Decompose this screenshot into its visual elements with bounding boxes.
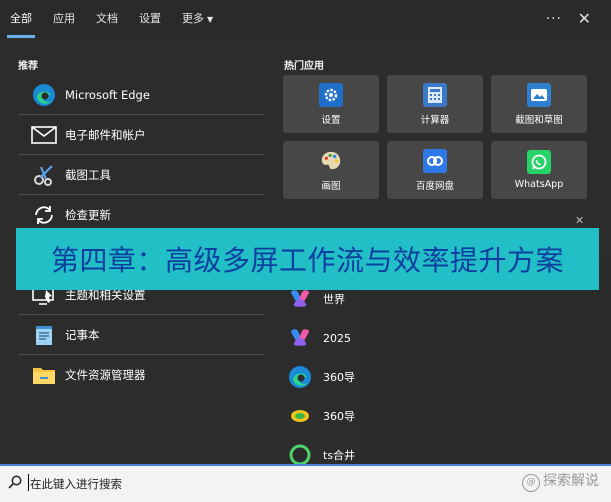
tile-label: 截图和草图 xyxy=(515,114,563,126)
recent-overlay xyxy=(360,262,611,467)
list-item-label: 电子邮件和帐户 xyxy=(65,127,146,142)
list-item-file-explorer[interactable]: 文件资源管理器 xyxy=(18,355,264,394)
chapter-banner-text: 第四章：高级多屏工作流与效率提升方案 xyxy=(50,244,564,277)
tab-apps-label: 应用 xyxy=(53,12,75,25)
start-search-panel: 全部 应用 文档 设置 更多 ▼ ··· ✕ 推荐 热门应用 Microsoft … xyxy=(0,0,611,502)
tab-apps[interactable]: 应用 xyxy=(53,0,75,38)
tile-calculator[interactable]: 计算器 xyxy=(387,75,483,133)
more-icon[interactable]: ··· xyxy=(546,11,562,27)
close-icon[interactable]: ✕ xyxy=(578,9,591,28)
tile-label: 百度网盘 xyxy=(415,180,454,192)
list-item-snipping-tool[interactable]: 截图工具 xyxy=(18,155,264,195)
tile-label: 计算器 xyxy=(420,114,450,126)
360-icon xyxy=(287,403,313,429)
list-item-label: 截图工具 xyxy=(65,167,111,182)
tab-settings-label: 设置 xyxy=(139,12,161,25)
text-cursor xyxy=(28,474,29,491)
recent-item-label: ts合井 xyxy=(323,449,356,462)
tile-whatsapp[interactable]: WhatsApp xyxy=(491,141,587,199)
baidu-cloud-icon xyxy=(423,148,447,173)
recent-item[interactable]: 360导 xyxy=(287,399,355,433)
watermark-label: 探索解说 xyxy=(543,473,599,489)
close-icon[interactable]: ✕ xyxy=(575,214,584,227)
list-item-label: 记事本 xyxy=(65,327,100,342)
tile-label: 画图 xyxy=(321,180,341,192)
tile-settings[interactable]: 设置 xyxy=(283,75,379,133)
recent-item-label: 世界 xyxy=(323,293,345,306)
paint-icon xyxy=(319,149,343,173)
edge-icon xyxy=(31,82,57,108)
list-item-edge[interactable]: Microsoft Edge xyxy=(18,75,264,115)
search-icon xyxy=(8,474,22,489)
recommended-title: 推荐 xyxy=(18,61,38,72)
folder-icon xyxy=(31,362,57,388)
tile-label: WhatsApp xyxy=(514,179,564,190)
tile-baidu-cloud[interactable]: 百度网盘 xyxy=(387,141,483,199)
snipping-tool-icon xyxy=(31,162,57,188)
tab-settings[interactable]: 设置 xyxy=(139,0,161,38)
tab-all-label: 全部 xyxy=(10,12,32,25)
chevron-down-icon: ▼ xyxy=(207,15,214,24)
mail-icon xyxy=(31,122,57,148)
tab-more-label: 更多 xyxy=(182,12,204,25)
list-item-label: Microsoft Edge xyxy=(65,87,150,102)
tab-documents[interactable]: 文档 xyxy=(96,0,118,38)
recent-item[interactable]: 2025 xyxy=(287,321,351,355)
watermark-icon: @ xyxy=(522,474,540,492)
list-item-mail[interactable]: 电子邮件和帐户 xyxy=(18,115,264,155)
tab-more[interactable]: 更多 ▼ xyxy=(182,0,213,38)
search-input[interactable]: 在此键入进行搜索 xyxy=(30,476,122,492)
watermark: @ 探索解说 xyxy=(522,470,599,492)
tile-snip-sketch[interactable]: 截图和草图 xyxy=(491,75,587,133)
list-item-notepad[interactable]: 记事本 xyxy=(18,315,264,355)
tab-documents-label: 文档 xyxy=(96,12,118,25)
calculator-icon xyxy=(423,82,447,107)
copilot-icon xyxy=(287,325,313,351)
tile-label: 设置 xyxy=(321,114,341,126)
edge-icon xyxy=(287,364,313,390)
snip-sketch-icon xyxy=(527,82,551,107)
recent-item-label: 360导 xyxy=(323,371,355,384)
recent-item[interactable]: 360导 xyxy=(287,360,355,394)
recent-item-label: 2025 xyxy=(323,331,351,345)
whatsapp-icon xyxy=(527,150,551,174)
tile-paint[interactable]: 画图 xyxy=(283,141,379,199)
top-apps-title: 热门应用 xyxy=(284,61,324,72)
gear-icon xyxy=(319,82,343,107)
search-tab-bar: 全部 应用 文档 设置 更多 ▼ ··· ✕ xyxy=(0,0,611,38)
search-tabs: 全部 应用 文档 设置 更多 ▼ xyxy=(7,0,234,38)
tab-all[interactable]: 全部 xyxy=(7,0,35,38)
update-icon xyxy=(31,202,57,228)
list-item-label: 文件资源管理器 xyxy=(65,367,146,382)
list-item-label: 检查更新 xyxy=(65,207,111,222)
recent-item-label: 360导 xyxy=(323,410,355,423)
search-bar[interactable]: 在此键入进行搜索 @ 探索解说 xyxy=(0,464,611,502)
notepad-icon xyxy=(31,322,57,348)
chapter-banner: 第四章：高级多屏工作流与效率提升方案 xyxy=(16,228,599,290)
